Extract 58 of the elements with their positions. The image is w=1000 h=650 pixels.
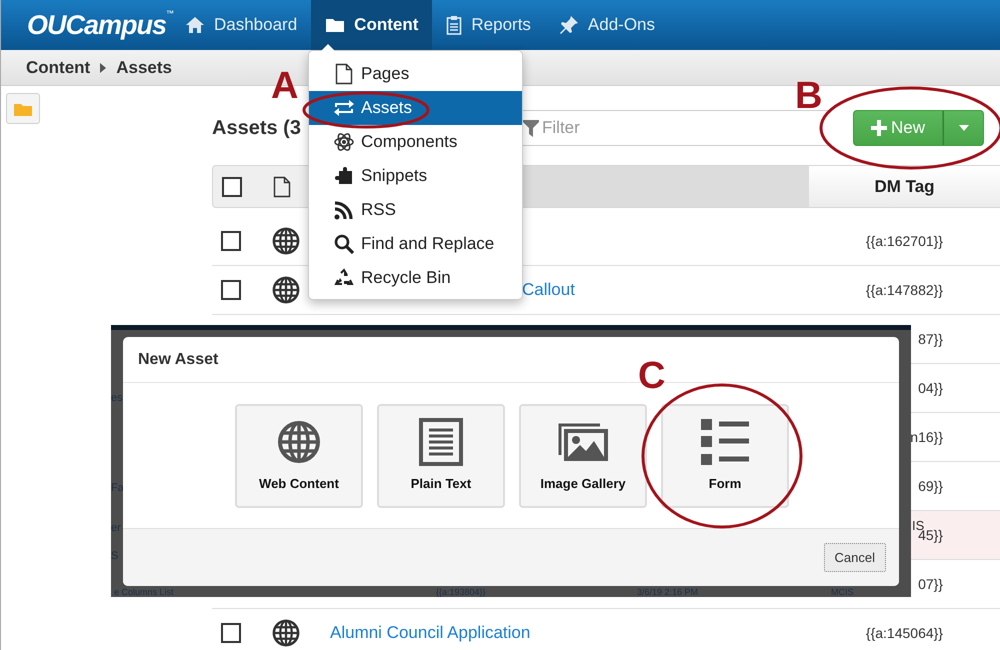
rss-icon [333, 200, 355, 220]
checkbox[interactable] [221, 231, 241, 251]
nav-tab[interactable]: Add-Ons [544, 0, 670, 50]
checkbox[interactable] [222, 176, 242, 196]
search-icon [333, 234, 355, 254]
asset-type-tile[interactable]: Form [661, 404, 789, 508]
folder-icon [325, 17, 346, 33]
checkbox[interactable] [221, 623, 241, 643]
atom-icon [333, 132, 355, 152]
nav-tab[interactable]: Reports [432, 0, 545, 50]
table-cell: {{a:162701}} [866, 232, 943, 250]
plus-icon [870, 120, 887, 136]
trademark-mark: ™ [166, 8, 174, 20]
annotation-letter: C [638, 360, 666, 392]
pushpin-icon [558, 15, 579, 35]
menu-item[interactable]: Pages [309, 57, 522, 91]
nav-tab[interactable]: Content [311, 0, 432, 50]
menu-item[interactable]: Assets [309, 91, 522, 125]
funnel-icon [523, 120, 539, 136]
recycle-icon [333, 268, 355, 288]
swap-arrows-icon [333, 99, 355, 117]
annotation-letter: B [795, 80, 822, 112]
clipboard-icon [446, 15, 462, 35]
column-header[interactable]: DM Tag [809, 165, 1000, 208]
caret-right-icon [100, 62, 106, 72]
dropdown-toggle[interactable] [943, 110, 984, 146]
logo[interactable]: OUCampus [27, 4, 166, 46]
globe-icon [272, 227, 300, 255]
globe-icon [272, 619, 300, 647]
asset-type-tile[interactable]: Plain Text [377, 404, 505, 508]
menu-item[interactable]: Components [309, 125, 522, 159]
asset-type-tile[interactable]: Web Content [235, 404, 363, 508]
breadcrumb-link[interactable]: Content [26, 54, 90, 80]
checkbox[interactable] [221, 280, 241, 300]
breadcrumb-link[interactable]: Assets [116, 54, 172, 80]
page-icon [273, 176, 291, 198]
annotation-letter: A [271, 70, 298, 102]
home-icon [185, 16, 205, 34]
menu-item[interactable]: Find and Replace [309, 227, 522, 261]
table-cell: 87}} [918, 330, 943, 348]
caret-down-icon [958, 125, 968, 131]
document-icon [419, 418, 463, 466]
asset-type-tile[interactable]: Image Gallery [519, 404, 647, 508]
globe-icon [272, 276, 300, 304]
page-title: Assets (3 [212, 116, 302, 141]
table-cell: n16}} [910, 428, 943, 446]
page-icon [333, 63, 355, 85]
puzzle-icon [333, 166, 355, 186]
table-cell: {{a:147882}} [866, 281, 943, 299]
cancel-button[interactable]: Cancel [824, 543, 886, 572]
list-icon [701, 418, 749, 466]
asset-link[interactable]: Alumni Council Application [330, 620, 530, 646]
table-cell: 04}} [918, 379, 943, 397]
menu-item[interactable]: Snippets [309, 159, 522, 193]
table-cell: 69}} [918, 477, 943, 495]
asset-link[interactable]: Callout [522, 277, 575, 303]
table-cell: 07}} [918, 575, 943, 593]
table-cell: {{a:145064}} [866, 624, 943, 642]
